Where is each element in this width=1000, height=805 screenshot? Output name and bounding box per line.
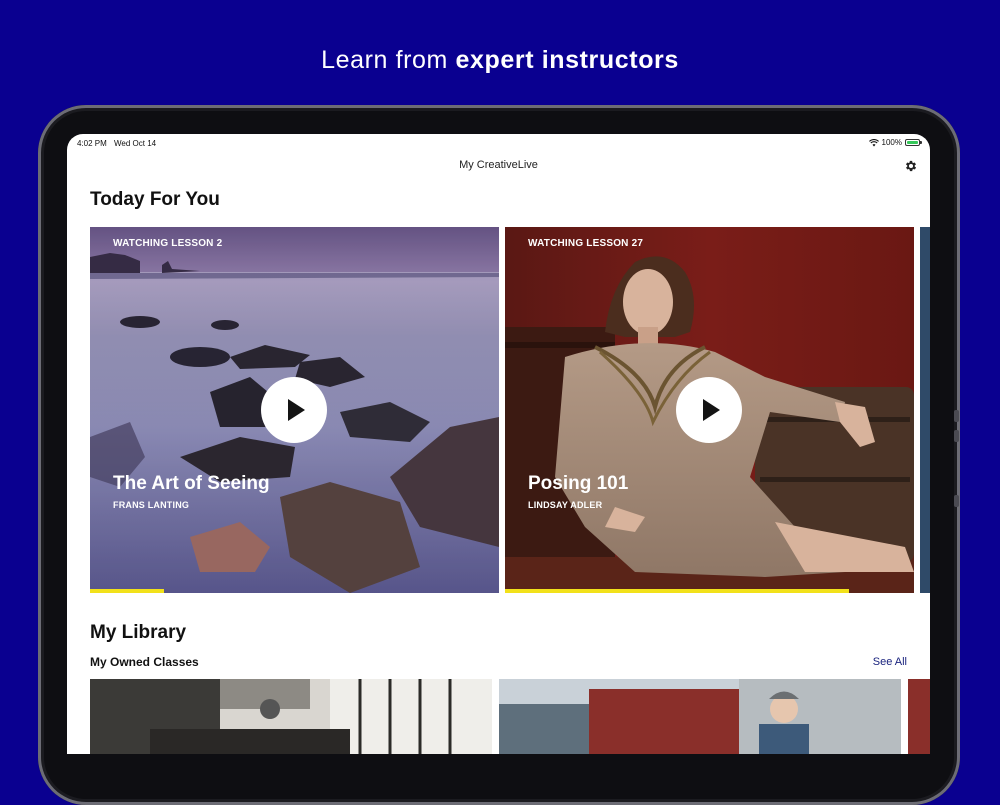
status-bar: 4:02 PM Wed Oct 14 100% xyxy=(67,134,930,152)
play-icon[interactable] xyxy=(261,377,327,443)
status-time: 4:02 PM xyxy=(77,139,107,148)
library-class-peek[interactable] xyxy=(908,679,930,754)
today-section-title: Today For You xyxy=(90,189,220,210)
class-thumbnail-image xyxy=(90,679,492,754)
battery-percent: 100% xyxy=(881,138,902,147)
status-right: 100% xyxy=(868,138,922,147)
status-date: Wed Oct 14 xyxy=(114,139,157,148)
device-side-button xyxy=(954,410,959,422)
card-progress-bar xyxy=(90,589,164,593)
app-screen: 4:02 PM Wed Oct 14 100% My CreativeLive … xyxy=(67,134,930,754)
card-title: The Art of Seeing xyxy=(113,473,270,494)
card-status: WATCHING LESSON 2 xyxy=(113,238,223,249)
card-author: LINDSAY ADLER xyxy=(528,500,603,510)
course-card-peek[interactable] xyxy=(920,227,930,593)
headline-prefix: Learn from xyxy=(321,46,456,74)
card-author: FRANS LANTING xyxy=(113,500,190,510)
headline-bold: expert instructors xyxy=(455,46,679,74)
class-thumbnail-image xyxy=(499,679,901,754)
see-all-link[interactable]: See All xyxy=(873,656,907,668)
marketing-headline: Learn from expert instructors xyxy=(0,46,1000,75)
card-status: WATCHING LESSON 27 xyxy=(528,238,644,249)
battery-icon xyxy=(905,139,922,146)
gear-icon[interactable] xyxy=(904,159,918,173)
course-card-art-of-seeing[interactable]: WATCHING LESSON 2 The Art of Seeing FRAN… xyxy=(90,227,499,593)
play-icon[interactable] xyxy=(676,377,742,443)
wifi-icon xyxy=(868,138,879,146)
device-side-button xyxy=(954,430,959,442)
card-title: Posing 101 xyxy=(528,473,629,494)
device-side-button xyxy=(954,495,959,507)
owned-classes-title: My Owned Classes xyxy=(90,655,199,669)
library-class-thumbnail[interactable] xyxy=(499,679,901,754)
library-section-title: My Library xyxy=(90,622,187,643)
course-card-posing-101[interactable]: WATCHING LESSON 27 Posing 101 LINDSAY AD… xyxy=(505,227,914,593)
card-progress-bar xyxy=(505,589,849,593)
nav-title: My CreativeLive xyxy=(459,159,538,171)
library-class-thumbnail[interactable] xyxy=(90,679,492,754)
